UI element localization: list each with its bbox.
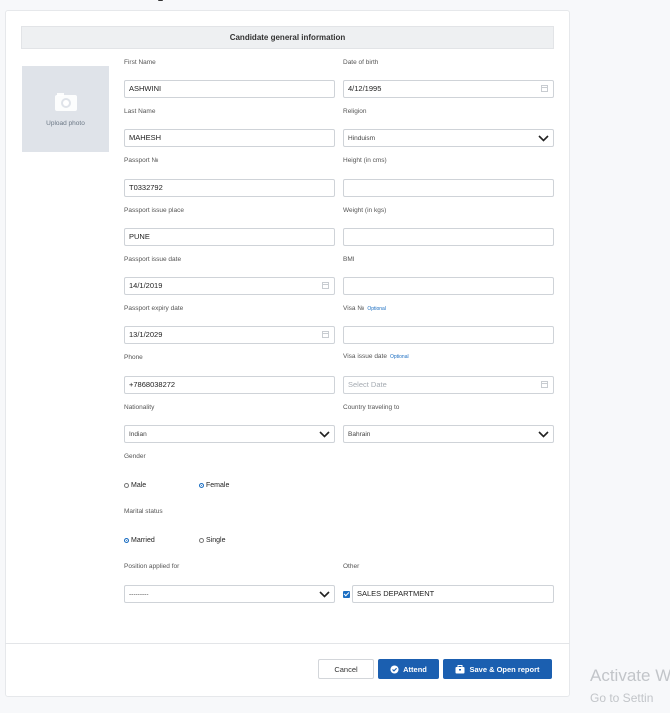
marital-status-label: Marital status: [124, 508, 163, 515]
passport-expiry-date-label: Passport expiry date: [124, 305, 184, 312]
other-checkbox[interactable]: [343, 591, 350, 598]
nationality-label: Nationality: [124, 404, 155, 411]
passport-issue-place-input[interactable]: PUNE: [124, 228, 335, 246]
height-label: Height (in cms): [343, 157, 387, 164]
phone-label: Phone: [124, 354, 143, 361]
camera-icon: [54, 92, 77, 111]
check-circle-icon: [390, 664, 399, 674]
radio-female[interactable]: [199, 483, 204, 488]
gender-label: Gender: [124, 453, 146, 460]
upload-photo-button[interactable]: Upload photo: [22, 66, 109, 152]
passport-no-input[interactable]: T0332792: [124, 179, 335, 197]
bmi-input[interactable]: [343, 277, 554, 295]
passport-no-label: Passport №: [124, 157, 159, 164]
passport-issue-date-input[interactable]: 14/1/2019: [124, 277, 335, 295]
weight-input[interactable]: [343, 228, 554, 246]
marital-option-married[interactable]: Married: [124, 537, 155, 544]
page-edge-fragment: [158, 0, 163, 1]
gender-option-male[interactable]: Male: [124, 482, 146, 489]
date-of-birth-label: Date of birth: [343, 59, 379, 66]
visa-no-input[interactable]: [343, 326, 554, 344]
cancel-button[interactable]: Cancel: [318, 659, 374, 679]
calendar-icon: [541, 381, 548, 388]
calendar-icon: [322, 331, 329, 338]
activation-watermark-subtitle: Go to Settin: [590, 691, 654, 705]
calendar-icon: [322, 282, 329, 289]
chevron-down-icon: [319, 431, 330, 438]
passport-issue-place-label: Passport issue place: [124, 207, 184, 214]
position-applied-for-select[interactable]: ---------: [124, 585, 335, 603]
first-name-label: First Name: [124, 59, 156, 66]
radio-single[interactable]: [199, 538, 204, 543]
last-name-label: Last Name: [124, 108, 156, 115]
other-input[interactable]: SALES DEPARTMENT: [352, 585, 554, 603]
radio-married[interactable]: [124, 538, 129, 543]
passport-issue-date-label: Passport issue date: [124, 256, 182, 263]
height-input[interactable]: [343, 179, 554, 197]
chevron-down-icon: [319, 591, 330, 598]
briefcase-icon: [455, 664, 465, 673]
radio-male[interactable]: [124, 483, 129, 488]
passport-expiry-date-input[interactable]: 13/1/2029: [124, 326, 335, 344]
attend-button[interactable]: Attend: [378, 659, 439, 679]
visa-issue-date-input[interactable]: Select Date: [343, 376, 554, 394]
bmi-label: BMI: [343, 256, 355, 263]
phone-input[interactable]: +7868038272: [124, 376, 335, 394]
religion-label: Religion: [343, 108, 367, 115]
section-title: Candidate general information: [229, 33, 346, 42]
optional-tag: Optional: [367, 306, 386, 312]
footer-divider: [5, 643, 570, 644]
country-traveling-to-select[interactable]: Bahrain: [343, 425, 554, 443]
date-of-birth-input[interactable]: 4/12/1995: [343, 80, 554, 98]
weight-label: Weight (in kgs): [343, 207, 387, 214]
chevron-down-icon: [538, 135, 549, 142]
gender-option-female[interactable]: Female: [199, 482, 229, 489]
first-name-input[interactable]: ASHWINI: [124, 80, 335, 98]
section-header: Candidate general information: [21, 26, 554, 49]
upload-photo-label: Upload photo: [46, 119, 85, 127]
optional-tag: Optional: [389, 354, 409, 360]
calendar-icon: [541, 85, 548, 92]
other-label: Other: [343, 563, 360, 570]
visa-issue-date-label: Visa issue date Optional: [343, 353, 409, 360]
chevron-down-icon: [538, 431, 549, 438]
country-traveling-to-label: Country traveling to: [343, 404, 400, 411]
save-open-report-button[interactable]: Save & Open report: [443, 659, 552, 679]
position-applied-for-label: Position applied for: [124, 563, 180, 570]
activation-watermark-title: Activate W: [590, 666, 670, 685]
last-name-input[interactable]: MAHESH: [124, 129, 335, 147]
visa-no-label: Visa № Optional: [343, 305, 386, 312]
religion-select[interactable]: Hinduism: [343, 129, 554, 147]
nationality-select[interactable]: Indian: [124, 425, 335, 443]
marital-option-single[interactable]: Single: [199, 537, 225, 544]
